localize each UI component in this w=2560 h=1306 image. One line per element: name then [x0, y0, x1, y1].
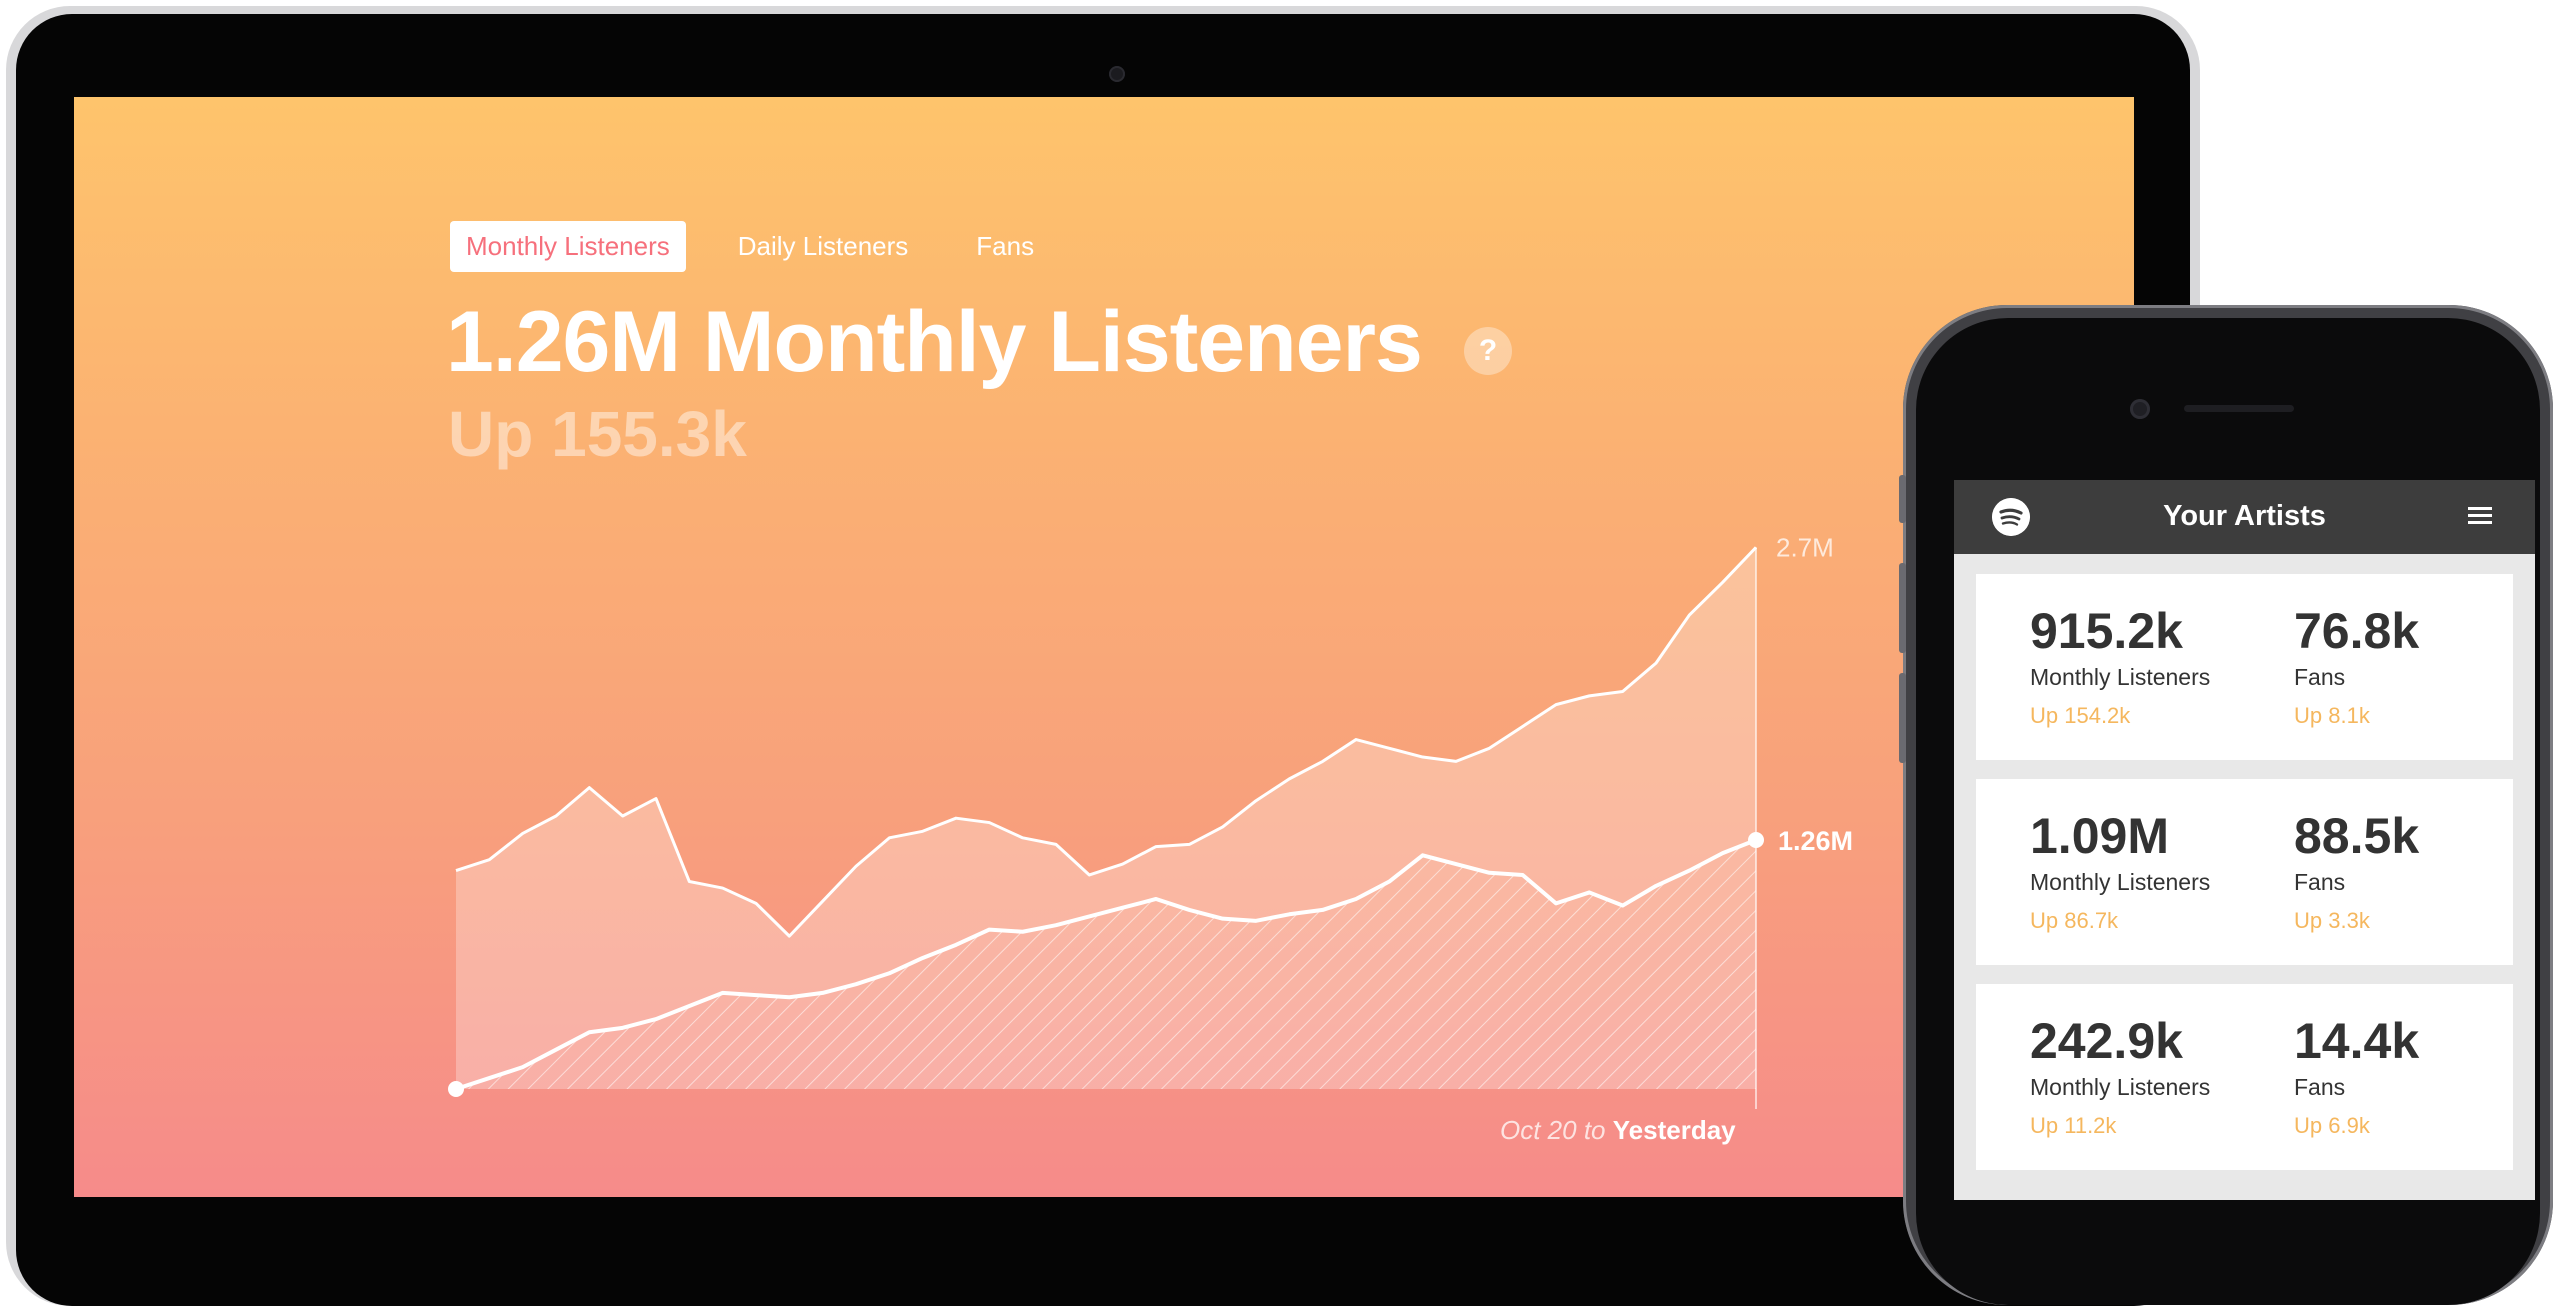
listeners-stat: 1.09M Monthly Listeners Up 86.7k [2030, 807, 2210, 934]
fans-value: 76.8k [2294, 603, 2420, 659]
fans-stat: 88.5k Fans Up 3.3k [2294, 807, 2419, 934]
fans-change: Up 3.3k [2294, 908, 2370, 933]
listeners-label: Monthly Listeners [2030, 664, 2211, 690]
listeners-value: 915.2k [2030, 603, 2183, 659]
dashboard-screen: Monthly Listeners Daily Listeners Fans 1… [74, 97, 2134, 1197]
start-point [448, 1081, 464, 1097]
listeners-stat: 242.9k Monthly Listeners Up 11.2k [2030, 1012, 2210, 1139]
listeners-label: Monthly Listeners [2030, 869, 2211, 895]
phone-speaker [2184, 405, 2294, 412]
listeners-change: Up 86.7k [2030, 908, 2119, 933]
fans-change: Up 6.9k [2294, 1113, 2370, 1138]
date-range-start: Oct 20 [1500, 1115, 1577, 1145]
app-title: Your Artists [2163, 500, 2326, 532]
fans-stat: 14.4k Fans Up 6.9k [2294, 1012, 2419, 1139]
end-label-top: 2.7M [1776, 532, 1834, 562]
date-range-connector: to [1583, 1115, 1606, 1145]
fans-value: 88.5k [2294, 808, 2420, 864]
listeners-value: 1.09M [2030, 808, 2169, 864]
phone-volume-up [1899, 563, 1906, 653]
artist-card[interactable]: 915.2k Monthly Listeners Up 154.2k 76.8k… [1976, 574, 2513, 760]
fans-label: Fans [2294, 1074, 2346, 1100]
fans-stat: 76.8k Fans Up 8.1k [2294, 602, 2419, 729]
artist-card[interactable]: 1.09M Monthly Listeners Up 86.7k 88.5k F… [1976, 779, 2513, 965]
listeners-change: Up 154.2k [2030, 703, 2131, 728]
artists-app: Your Artists 915.2k Monthly Listeners Up… [1954, 480, 2535, 1200]
listeners-chart: 2.7M 1.26M [448, 532, 1853, 1109]
date-range-end: Yesterday [1612, 1115, 1736, 1145]
fans-value: 14.4k [2294, 1013, 2420, 1069]
fans-label: Fans [2294, 869, 2346, 895]
artist-card[interactable]: 242.9k Monthly Listeners Up 11.2k 14.4k … [1976, 984, 2513, 1170]
fans-change: Up 8.1k [2294, 703, 2370, 728]
listeners-value: 242.9k [2030, 1013, 2183, 1069]
menu-icon[interactable] [2468, 507, 2492, 527]
phone-camera [2130, 399, 2150, 419]
end-label-bottom: 1.26M [1778, 826, 1853, 856]
phone-frame: Your Artists 915.2k Monthly Listeners Up… [1899, 305, 2553, 1305]
laptop-camera [1109, 66, 1125, 82]
listeners-label: Monthly Listeners [2030, 1074, 2211, 1100]
listeners-change: Up 11.2k [2030, 1113, 2117, 1138]
date-range: Oct 20 to Yesterday [1500, 1115, 1736, 1146]
fans-label: Fans [2294, 664, 2346, 690]
phone-face: Your Artists 915.2k Monthly Listeners Up… [1916, 318, 2540, 1305]
listeners-stat: 915.2k Monthly Listeners Up 154.2k [2030, 602, 2210, 729]
app-header: Your Artists [1954, 480, 2535, 554]
phone-mute-switch [1899, 475, 1906, 523]
end-point [1748, 832, 1764, 849]
phone-volume-down [1899, 673, 1906, 763]
